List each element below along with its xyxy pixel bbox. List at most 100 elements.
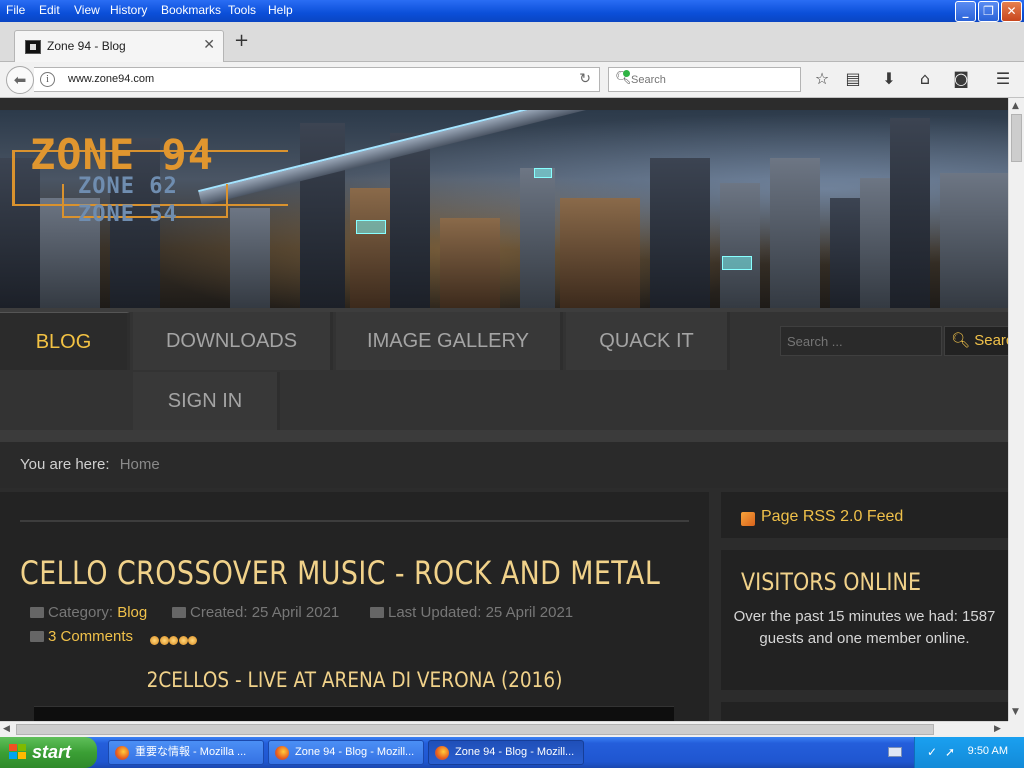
visitors-text: Over the past 15 minutes we had: 1587 gu… xyxy=(733,608,996,647)
article-created: Created: 25 April 2021 xyxy=(172,604,339,621)
nav-toolbar: ⬅ i www.zone94.com ↻ 🔍︎ ☆ ▤ ⬇ ⌂ ◙ ☰ xyxy=(0,62,1024,98)
rating-star-icon[interactable] xyxy=(178,636,188,645)
reading-list-icon[interactable]: ▤ xyxy=(843,70,863,88)
pocket-icon[interactable]: ◙ xyxy=(951,70,971,88)
nav-quack-it[interactable]: QUACK IT xyxy=(566,312,730,370)
horizontal-scroll-thumb[interactable] xyxy=(16,724,934,735)
breadcrumb-home[interactable]: Home xyxy=(120,456,160,473)
menu-file[interactable]: File xyxy=(6,3,25,17)
site-banner[interactable]: ZONE 94 ZONE 62 ZONE 54 xyxy=(0,110,1008,308)
search-engine-icon[interactable]: 🔍︎ xyxy=(615,70,632,86)
city-building xyxy=(520,168,555,308)
city-building xyxy=(940,173,1008,308)
bookmark-star-icon[interactable]: ☆ xyxy=(812,70,832,88)
city-building xyxy=(720,183,760,308)
rating-stars[interactable] xyxy=(150,630,198,649)
city-building xyxy=(390,133,430,308)
site-favicon-icon xyxy=(25,40,41,54)
taskbar-item[interactable]: 重要な情報 - Mozilla ... xyxy=(108,740,264,765)
menu-bookmarks[interactable]: Bookmarks xyxy=(161,3,221,17)
menu-help[interactable]: Help xyxy=(268,3,293,17)
taskbar-item[interactable]: Zone 94 - Blog - Mozill... xyxy=(268,740,424,765)
created-date: Created: 25 April 2021 xyxy=(190,604,340,621)
taskbar-item-active[interactable]: Zone 94 - Blog - Mozill... xyxy=(428,740,584,765)
city-building xyxy=(890,118,930,308)
tab-close-icon[interactable]: ✕ xyxy=(203,37,215,53)
site-search-input[interactable] xyxy=(780,326,942,356)
menu-tools[interactable]: Tools xyxy=(228,3,256,17)
new-tab-icon[interactable]: + xyxy=(234,30,249,51)
article-divider xyxy=(20,520,689,522)
scroll-left-icon[interactable]: ◀ xyxy=(3,724,10,734)
city-building xyxy=(440,218,500,308)
nav-blog[interactable]: BLOG xyxy=(0,312,130,370)
menu-view[interactable]: View xyxy=(74,3,100,17)
url-text[interactable]: www.zone94.com xyxy=(68,73,154,85)
taskbar-item-label: 重要な情報 - Mozilla ... xyxy=(135,746,247,758)
visitors-module: VISITORS ONLINE Over the past 15 minutes… xyxy=(721,550,1008,690)
downloads-icon[interactable]: ⬇ xyxy=(879,70,899,88)
rating-star-icon[interactable] xyxy=(188,636,197,645)
browser-search-box[interactable]: 🔍︎ xyxy=(608,67,801,92)
scroll-up-icon[interactable]: ▲ xyxy=(1012,101,1019,111)
keyboard-icon[interactable] xyxy=(888,747,902,757)
scroll-right-icon[interactable]: ▶ xyxy=(994,724,1001,734)
taskbar-item-label: Zone 94 - Blog - Mozill... xyxy=(455,746,575,758)
city-building xyxy=(560,198,640,308)
breadcrumb-label: You are here: xyxy=(20,456,110,473)
rating-star-icon[interactable] xyxy=(159,636,169,645)
back-button[interactable]: ⬅ xyxy=(6,66,34,94)
logo-subtitle-1: ZONE 62 xyxy=(78,174,178,199)
vertical-scroll-thumb[interactable] xyxy=(1011,114,1022,162)
comments-link[interactable]: 3 Comments xyxy=(48,628,133,645)
minimize-button[interactable]: _ xyxy=(955,1,976,22)
start-label: start xyxy=(32,742,72,762)
url-bar[interactable]: i www.zone94.com ↻ xyxy=(34,67,600,92)
rating-star-icon[interactable] xyxy=(169,636,178,645)
nav-downloads[interactable]: DOWNLOADS xyxy=(133,312,333,370)
system-tray: ✓ ➚ 9:50 AM xyxy=(914,737,1024,768)
category-label: Category: xyxy=(48,604,114,621)
menu-history[interactable]: History xyxy=(110,3,147,17)
video-embed[interactable] xyxy=(34,706,674,721)
clock[interactable]: 9:50 AM xyxy=(968,745,1008,757)
magnifier-icon: 🔍︎ xyxy=(951,332,971,349)
tab-title: Zone 94 - Blog xyxy=(47,39,126,53)
start-button[interactable]: start xyxy=(0,737,97,768)
hamburger-menu-icon[interactable]: ☰ xyxy=(993,70,1013,88)
visitors-title: VISITORS ONLINE xyxy=(741,568,922,596)
rocket-icon[interactable]: ➚ xyxy=(943,745,957,759)
firefox-icon xyxy=(435,746,449,760)
article-comments: 3 Comments xyxy=(30,628,133,645)
back-arrow-icon: ⬅ xyxy=(13,71,27,89)
article-updated: Last Updated: 25 April 2021 xyxy=(370,604,573,621)
browser-search-input[interactable] xyxy=(631,71,791,88)
menu-edit[interactable]: Edit xyxy=(39,3,60,17)
breadcrumb: You are here: Home xyxy=(0,442,1008,488)
article: CELLO CROSSOVER MUSIC - ROCK AND METAL C… xyxy=(0,492,709,721)
horizontal-scrollbar[interactable]: ◀ ▶ xyxy=(0,721,1008,737)
category-link[interactable]: Blog xyxy=(117,604,147,621)
rss-link[interactable]: Page RSS 2.0 Feed xyxy=(761,508,903,526)
site-search-button[interactable]: 🔍︎ Search xyxy=(944,326,1008,356)
city-building xyxy=(650,158,710,308)
maximize-button[interactable]: ❐ xyxy=(978,1,999,22)
article-title[interactable]: CELLO CROSSOVER MUSIC - ROCK AND METAL xyxy=(20,554,660,592)
scroll-down-icon[interactable]: ▼ xyxy=(1012,707,1019,717)
vertical-scrollbar[interactable]: ▲ ▼ xyxy=(1008,98,1024,721)
nav-image-gallery[interactable]: IMAGE GALLERY xyxy=(336,312,563,370)
network-icon[interactable]: ✓ xyxy=(925,745,939,759)
site-logo[interactable]: ZONE 94 xyxy=(30,130,214,179)
city-building xyxy=(300,123,345,308)
windows-logo-icon xyxy=(9,744,27,761)
site-info-icon[interactable]: i xyxy=(40,72,55,87)
close-window-button[interactable]: ✕ xyxy=(1001,1,1022,22)
logo-subtitle-2: ZONE 54 xyxy=(78,202,178,227)
nav-sign-in[interactable]: SIGN IN xyxy=(133,372,280,430)
home-icon[interactable]: ⌂ xyxy=(915,70,935,88)
taskbar-item-label: Zone 94 - Blog - Mozill... xyxy=(295,746,415,758)
tab-zone94-blog[interactable]: Zone 94 - Blog ✕ xyxy=(14,30,224,62)
tab-strip: Zone 94 - Blog ✕ + xyxy=(0,22,1024,62)
reload-icon[interactable]: ↻ xyxy=(579,71,591,87)
rating-star-icon[interactable] xyxy=(150,636,159,645)
